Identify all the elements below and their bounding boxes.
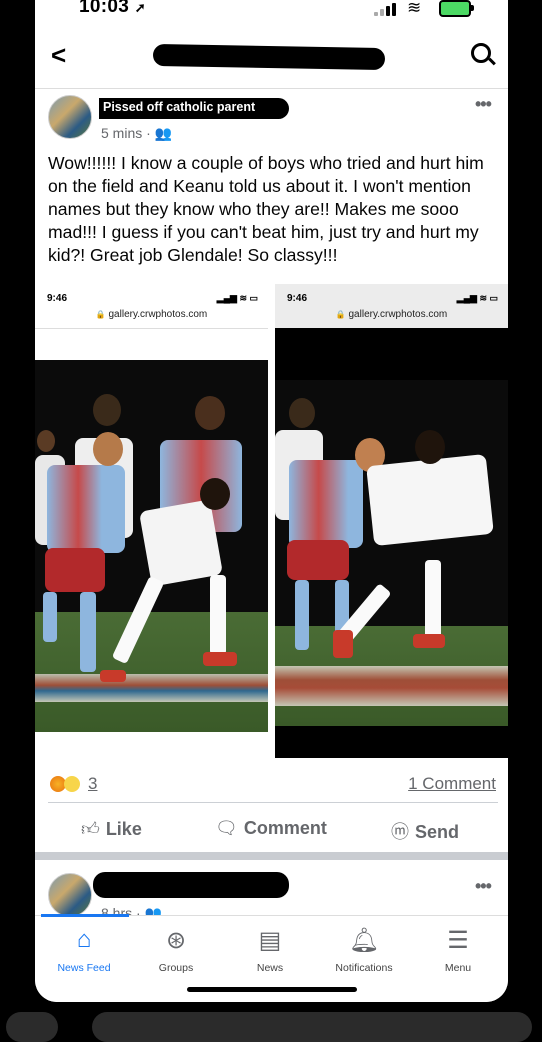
more-options-icon[interactable]: ••• <box>475 94 492 115</box>
sad-reaction-icon[interactable] <box>64 776 80 792</box>
author-name[interactable]: Pissed off catholic parent <box>99 98 290 119</box>
screenshot-status-icons: ▂▄▆ ≋ ▭ <box>216 293 258 303</box>
bottom-overlay-peek <box>0 1008 542 1042</box>
bell-icon: 🔔︎ <box>348 927 380 954</box>
friends-icon: 👥 <box>154 125 173 141</box>
friends-icon: 👥 <box>144 905 163 915</box>
comment-button[interactable]: 🗨︎ Comment <box>215 818 327 839</box>
phone-screen: 10:03 ➚ ≋ < Pissed off catholic parent 5… <box>35 0 508 1002</box>
more-options-icon[interactable]: ••• <box>475 876 492 897</box>
battery-icon <box>439 0 474 17</box>
comment-icon: 🗨︎ <box>215 818 238 838</box>
tab-news[interactable]: ▤ News <box>223 916 317 974</box>
status-time: 10:03 ➚ <box>79 0 146 17</box>
tab-news-feed[interactable]: ⌂ News Feed <box>37 916 131 974</box>
back-button[interactable]: < <box>51 40 66 71</box>
menu-icon: ☰ <box>447 927 469 954</box>
redacted-page-title <box>152 43 386 71</box>
home-indicator <box>187 987 357 992</box>
news-icon: ▤ <box>258 927 282 954</box>
reactions-row: 3 1 Comment <box>48 772 498 803</box>
screenshot-time: 9:46 <box>287 293 308 304</box>
top-navigation-bar: < <box>35 28 508 89</box>
post-actions: 👍︎ Like 🗨︎ Comment ⓜ Send <box>35 808 508 852</box>
wifi-icon: ≋ <box>407 0 422 17</box>
messenger-icon: ⓜ <box>391 822 409 842</box>
post-time[interactable]: 5 mins <box>101 125 142 141</box>
screenshot-left[interactable]: 9:46 ▂▄▆ ≋ ▭ 🔒 gallery.crwphotos.com <box>35 284 268 758</box>
status-bar: 10:03 ➚ ≋ <box>35 0 508 26</box>
post-meta: 5 mins · 👥 <box>101 125 173 141</box>
groups-icon: ⊛ <box>165 927 187 954</box>
redacted-author-name <box>93 872 289 898</box>
screenshot-right[interactable]: 9:46 ▂▄▆ ≋ ▭ 🔒 gallery.crwphotos.com <box>275 284 508 758</box>
screenshot-url: 🔒 gallery.crwphotos.com <box>335 309 448 320</box>
home-icon: ⌂ <box>76 926 92 953</box>
screenshot-time: 9:46 <box>47 293 68 304</box>
screenshot-status-bar: 9:46 ▂▄▆ ≋ ▭ 🔒 gallery.crwphotos.com <box>275 284 508 328</box>
post-photos[interactable]: 9:46 ▂▄▆ ≋ ▭ 🔒 gallery.crwphotos.com 9:4… <box>35 284 508 758</box>
chevron-left-icon: < <box>51 40 67 70</box>
screenshot-url: 🔒 gallery.crwphotos.com <box>95 309 208 320</box>
lock-icon: 🔒 <box>335 310 346 319</box>
lock-icon: 🔒 <box>95 310 106 319</box>
next-post-avatar[interactable] <box>48 873 92 915</box>
like-button[interactable]: 👍︎ Like <box>81 818 142 840</box>
signal-icon <box>374 2 400 16</box>
tab-menu[interactable]: ☰ Menu <box>411 916 505 974</box>
thumbs-up-icon: 👍︎ <box>81 819 100 839</box>
soccer-photo-left <box>35 360 268 732</box>
tab-notifications[interactable]: 🔔︎ Notifications <box>317 916 411 974</box>
comment-count[interactable]: 1 Comment <box>408 774 496 794</box>
next-post-header: ••• 8 hrs · 👥 <box>35 860 508 915</box>
post-header: Pissed off catholic parent 5 mins · 👥 ••… <box>35 92 508 150</box>
screenshot-status-icons: ▂▄▆ ≋ ▭ <box>456 293 498 303</box>
author-avatar[interactable] <box>48 95 92 139</box>
send-button[interactable]: ⓜ Send <box>391 818 459 844</box>
tab-groups[interactable]: ⊛ Groups <box>129 916 223 974</box>
location-icon: ➚ <box>134 0 146 15</box>
soccer-photo-right <box>275 380 508 726</box>
screenshot-status-bar: 9:46 ▂▄▆ ≋ ▭ 🔒 gallery.crwphotos.com <box>35 284 268 329</box>
search-icon[interactable] <box>471 43 491 63</box>
post-separator <box>35 852 508 860</box>
post-text: Wow!!!!!! I know a couple of boys who tr… <box>48 153 484 265</box>
reaction-count[interactable]: 3 <box>88 774 97 794</box>
